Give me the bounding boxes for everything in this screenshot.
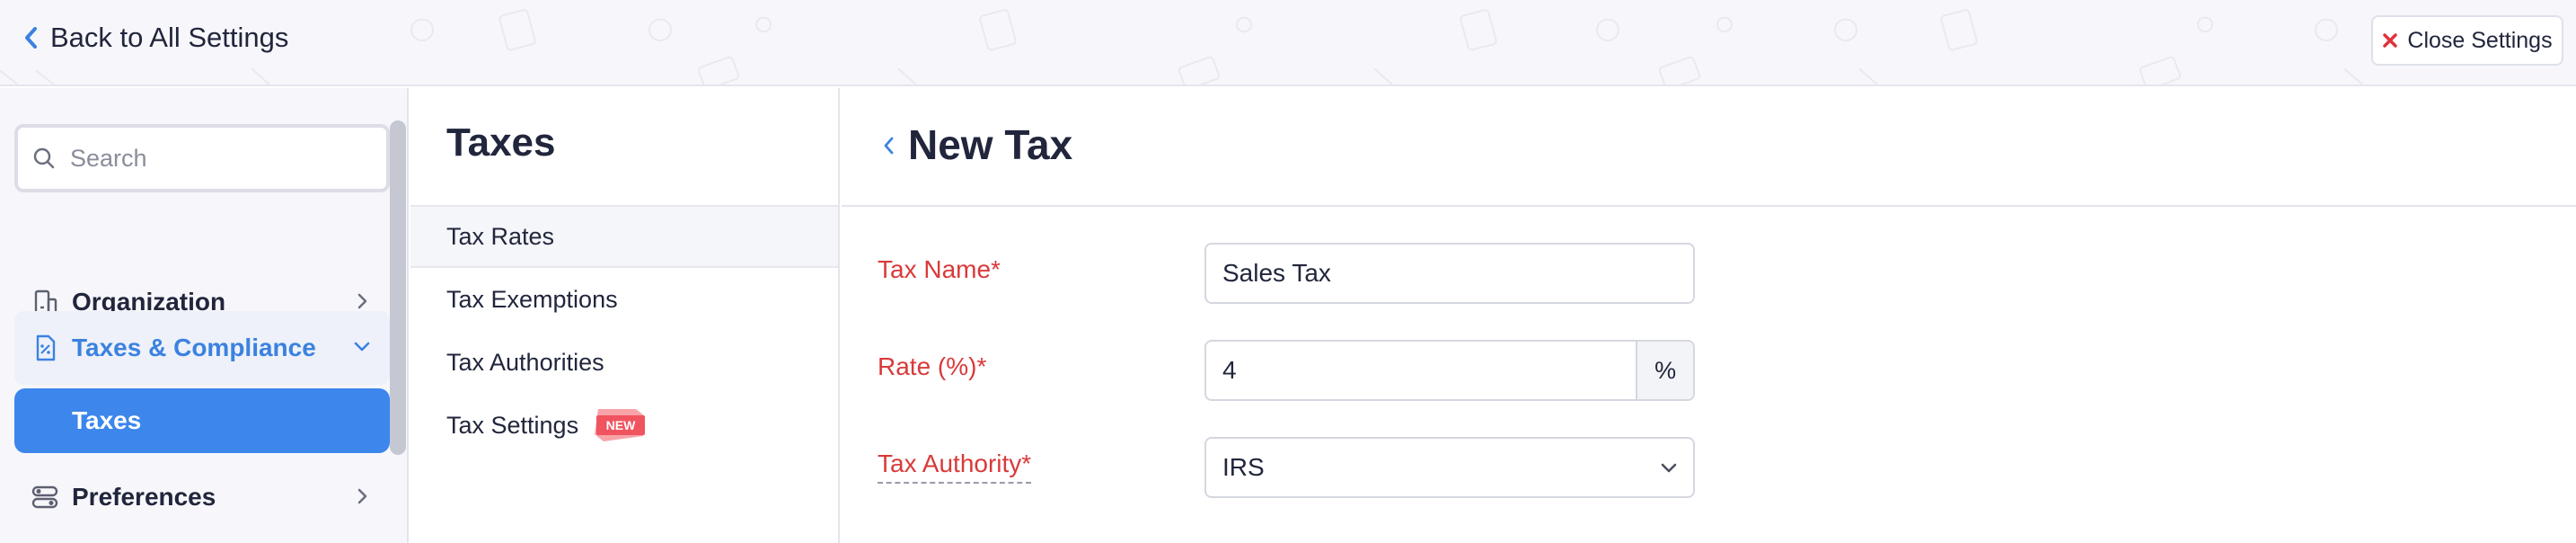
percent-suffix: %	[1636, 342, 1693, 399]
search-box	[14, 124, 390, 192]
submenu-item-tax-rates[interactable]: Tax Rates	[410, 205, 838, 268]
tax-name-label: Tax Name*	[878, 255, 1001, 283]
submenu-item-label: Tax Rates	[446, 222, 555, 250]
panel-header: New Tax	[842, 88, 2576, 207]
submenu-list: Tax Rates Tax Exemptions Tax Authorities…	[410, 205, 838, 457]
tax-name-field	[1204, 243, 1695, 304]
tax-authority-label: Tax Authority*	[878, 450, 1032, 484]
new-tax-panel: New Tax Tax Name* Rate (%)* % Tax Author…	[842, 88, 2576, 543]
back-to-settings-link[interactable]: Back to All Settings	[23, 20, 288, 56]
search-icon	[33, 147, 55, 169]
chevron-left-icon	[25, 27, 37, 49]
submenu-item-tax-exemptions[interactable]: Tax Exemptions	[410, 268, 838, 331]
sidebar-item-label: Taxes & Compliance	[72, 334, 316, 361]
sidebar-subitem-label: Taxes	[72, 406, 142, 434]
submenu-item-tax-settings[interactable]: Tax Settings NEW	[410, 394, 838, 457]
sidebar-item-preferences[interactable]: Preferences	[14, 461, 390, 533]
close-settings-button[interactable]: Close Settings	[2371, 15, 2563, 66]
close-icon	[2383, 33, 2398, 48]
toggles-icon	[31, 485, 58, 509]
submenu-item-label: Tax Settings	[446, 411, 579, 439]
tax-doc-icon	[36, 334, 56, 361]
sidebar-subitem-taxes[interactable]: Taxes	[14, 388, 390, 453]
new-badge: NEW	[595, 409, 646, 441]
settings-sidebar: Organization Taxes & Compliance Taxes Pr…	[0, 88, 409, 543]
rate-input[interactable]	[1206, 342, 1636, 399]
submenu-item-label: Tax Authorities	[446, 348, 604, 376]
search-input[interactable]	[70, 144, 357, 173]
decorative-pattern	[0, 9, 2363, 85]
taxes-submenu: Taxes Tax Rates Tax Exemptions Tax Autho…	[410, 88, 840, 543]
chevron-down-icon	[1661, 463, 1677, 473]
sidebar-item-taxes-compliance[interactable]: Taxes & Compliance	[14, 311, 390, 385]
chevron-left-icon[interactable]	[881, 135, 895, 156]
rate-label: Rate (%)*	[878, 352, 987, 380]
submenu-item-tax-authorities[interactable]: Tax Authorities	[410, 331, 838, 394]
chevron-right-icon	[357, 293, 367, 309]
sidebar-item-label: Preferences	[72, 483, 216, 511]
rate-field: %	[1204, 340, 1695, 401]
submenu-item-label: Tax Exemptions	[446, 285, 618, 313]
page-title: New Tax	[908, 121, 1073, 168]
new-badge-label: NEW	[606, 418, 636, 432]
back-link-label: Back to All Settings	[50, 22, 289, 53]
tax-authority-select[interactable]: IRS	[1204, 437, 1695, 498]
submenu-title: Taxes	[446, 120, 556, 165]
tax-authority-value: IRS	[1222, 453, 1265, 481]
tax-name-input[interactable]	[1206, 245, 1693, 302]
sidebar-scrollbar[interactable]	[390, 120, 406, 455]
chevron-down-icon	[354, 342, 370, 352]
close-settings-label: Close Settings	[2407, 27, 2553, 53]
settings-topbar: Back to All Settings Close Settings	[0, 0, 2576, 86]
chevron-right-icon	[357, 488, 367, 504]
